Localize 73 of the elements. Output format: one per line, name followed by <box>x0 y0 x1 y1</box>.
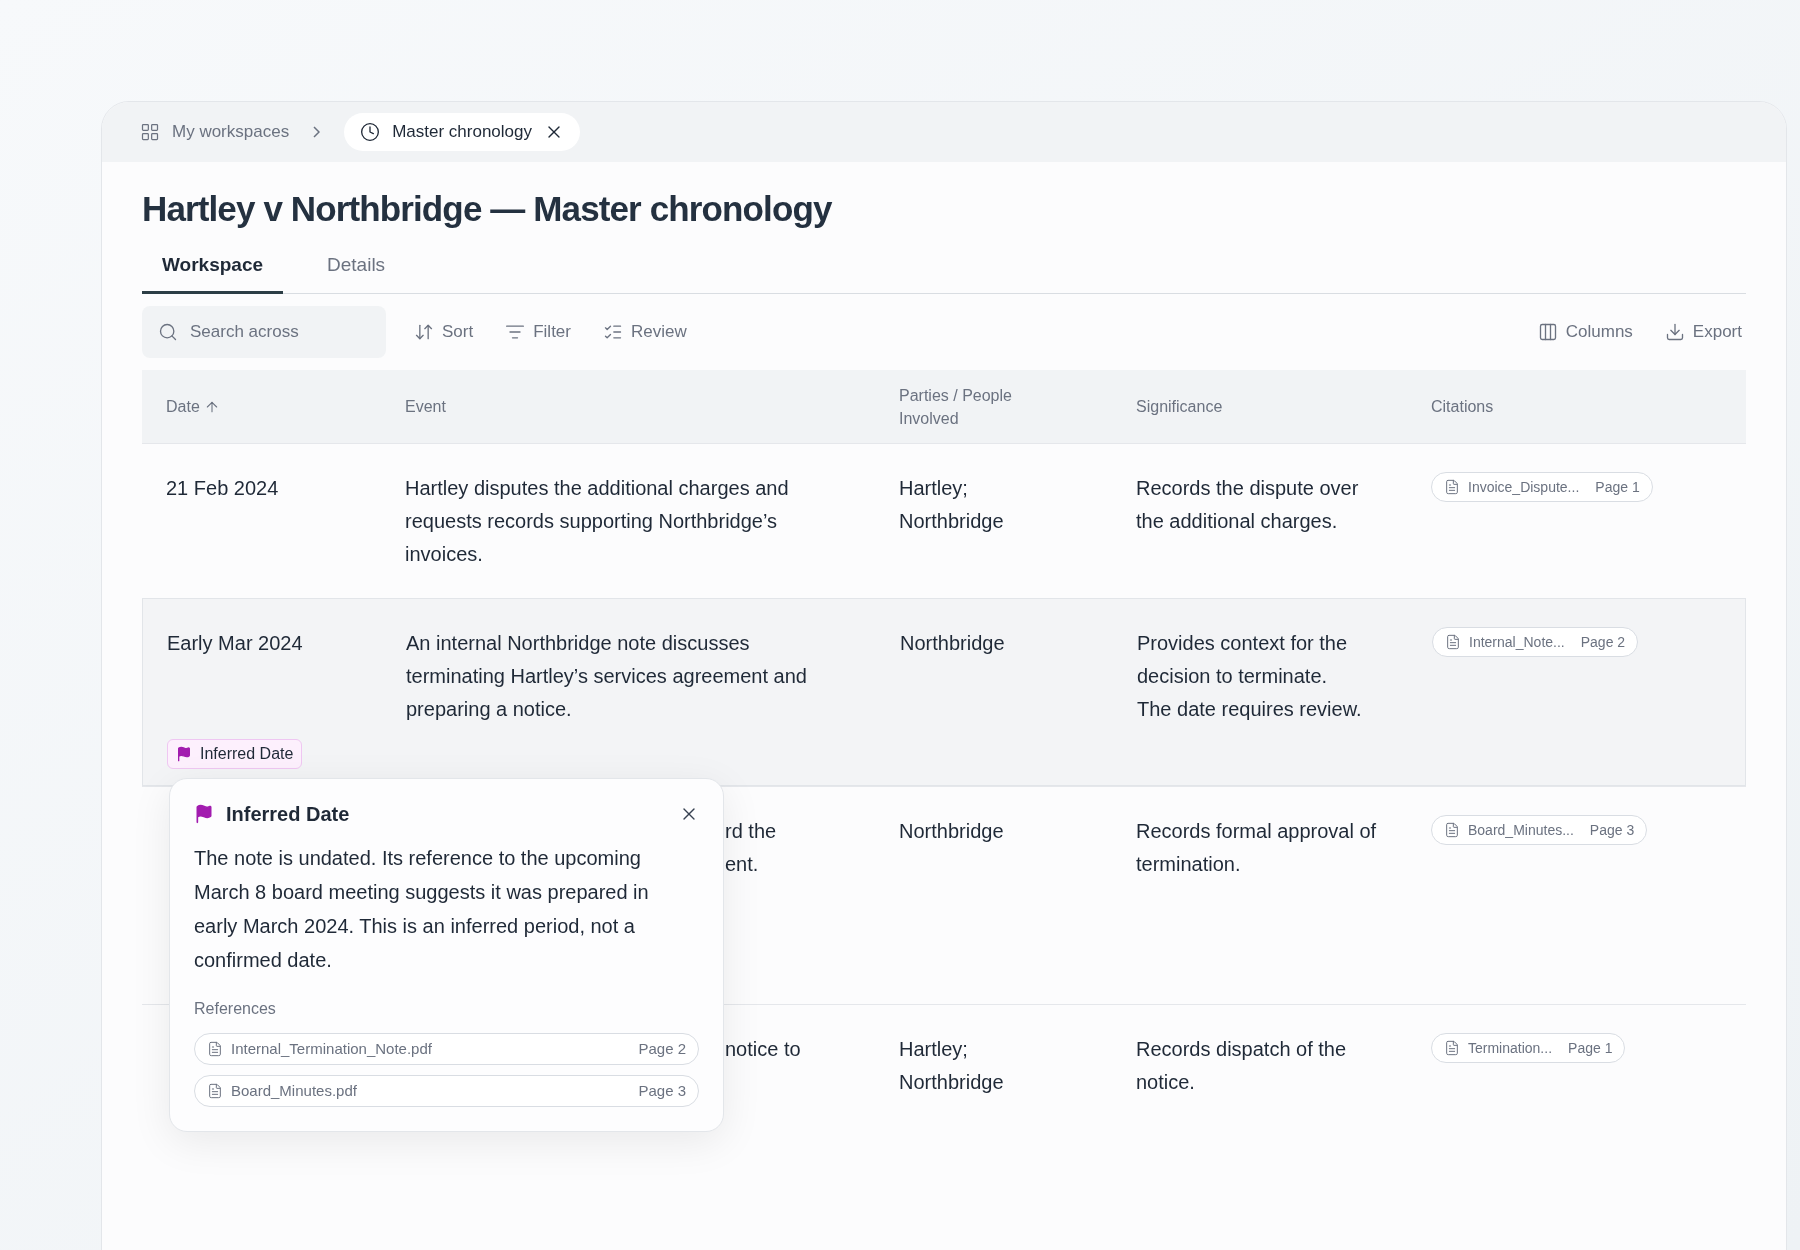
event-text: notice to <box>725 1037 802 1062</box>
columns-button[interactable]: Columns <box>1533 319 1637 345</box>
file-name: Internal_Termination_Note.pdf <box>231 1038 432 1059</box>
column-header[interactable]: Significance <box>1136 395 1223 418</box>
citation-chip[interactable]: Board_Minutes.pdf Page 3 <box>194 1075 699 1107</box>
parties-cell-text: Northbridge <box>899 1070 1005 1095</box>
sort-button[interactable]: Sort <box>410 319 478 345</box>
tab-label: Master chronology <box>392 121 532 144</box>
document-icon <box>1444 822 1460 838</box>
parties-cell-text: Hartley; <box>899 1037 969 1062</box>
column-header[interactable]: Parties / People Involved <box>899 383 1039 430</box>
significance-text: Records formal approval of termination. <box>1136 819 1378 877</box>
file-name: Board_Minutes.pdf <box>231 1080 357 1101</box>
event-cell-text: Hartley disputes the additional charges and requests records supporting Northbridge’s invoices. <box>405 476 790 567</box>
flag-icon <box>194 804 214 824</box>
event-text: rd the <box>725 819 778 844</box>
columns-icon <box>1537 322 1558 342</box>
column-header[interactable]: Event <box>405 395 446 418</box>
tab[interactable]: Workspace <box>142 240 284 294</box>
page-number: Page 2 <box>1580 632 1626 652</box>
filter-button[interactable]: Filter <box>501 319 575 345</box>
event-cell-text: An internal Northbridge note discusses terminating Hartley’s services agreement and preparing a notice. <box>406 631 808 722</box>
inferred-date-badge[interactable]: Inferred Date <box>167 739 303 769</box>
significance-text: Provides context for the decision to terminate. <box>1137 631 1349 689</box>
document-tab[interactable]: Master chronology <box>344 113 580 151</box>
page-number: Page 3 <box>1589 820 1635 840</box>
file-name: Internal_Note... <box>1469 632 1565 652</box>
export-button[interactable]: Export <box>1660 319 1746 345</box>
flag-icon <box>176 746 192 762</box>
grid-icon <box>140 122 160 142</box>
document-icon <box>207 1041 223 1057</box>
citation-chip[interactable]: Termination... Page 1 <box>1431 1033 1626 1063</box>
chevron-icon <box>313 126 321 138</box>
popover-body: The note is undated. Its reference to the upcoming March 8 board meeting suggests it was prepared in early March 2024. This is an inferred period, not a confirmed date. <box>194 846 650 973</box>
parties-cell-text: Hartley; <box>899 476 969 501</box>
search-icon <box>158 322 178 342</box>
parties-cell-text: Northbridge <box>899 509 1005 534</box>
popover-title: Inferred Date <box>226 802 350 827</box>
document-icon <box>1445 634 1461 650</box>
page-title: Hartley v Northbridge — Master chronology <box>142 188 833 230</box>
sort-icon <box>414 322 434 342</box>
date-cell-text: 21 Feb 2024 <box>166 476 280 501</box>
breadcrumb-link[interactable]: My workspaces <box>172 119 290 145</box>
significance-text: The date requires review. <box>1137 697 1363 722</box>
document-icon <box>1444 479 1460 495</box>
page-number: Page 3 <box>638 1080 686 1101</box>
review-icon <box>602 322 623 342</box>
date-cell-text: Early Mar 2024 <box>167 631 304 656</box>
column-header[interactable]: Citations <box>1431 395 1494 418</box>
export-icon <box>1664 322 1685 342</box>
file-name: Termination... <box>1468 1038 1553 1058</box>
significance-text: Records dispatch of the notice. <box>1136 1037 1348 1095</box>
significance-text: Records the dispute over the additional charges. <box>1136 476 1360 534</box>
citation-chip[interactable]: Internal_Termination_Note.pdf Page 2 <box>194 1033 699 1065</box>
citation-chip[interactable]: Board_Minutes... Page 3 <box>1431 815 1648 845</box>
search-field[interactable]: Search across <box>142 306 386 358</box>
file-name: Board_Minutes... <box>1468 820 1574 840</box>
citation-chip[interactable]: Invoice_Dispute... Page 1 <box>1431 472 1653 502</box>
page-number: Page 1 <box>1568 1038 1613 1058</box>
table-row[interactable] <box>142 598 1746 786</box>
clock-icon <box>360 122 381 142</box>
document-icon <box>207 1083 223 1099</box>
file-name: Invoice_Dispute... <box>1468 477 1580 497</box>
parties-cell-text: Northbridge <box>899 819 1005 844</box>
review-button[interactable]: Review <box>598 319 691 345</box>
document-icon <box>1444 1040 1460 1056</box>
tab[interactable]: Details <box>307 240 406 294</box>
parties-cell-text: Northbridge <box>900 631 1006 656</box>
column-header[interactable]: Date <box>166 395 200 418</box>
citation-chip[interactable]: Internal_Note... Page 2 <box>1432 627 1639 657</box>
page-number: Page 2 <box>638 1038 686 1059</box>
event-text: ent. <box>725 852 760 877</box>
page-number: Page 1 <box>1595 477 1640 497</box>
